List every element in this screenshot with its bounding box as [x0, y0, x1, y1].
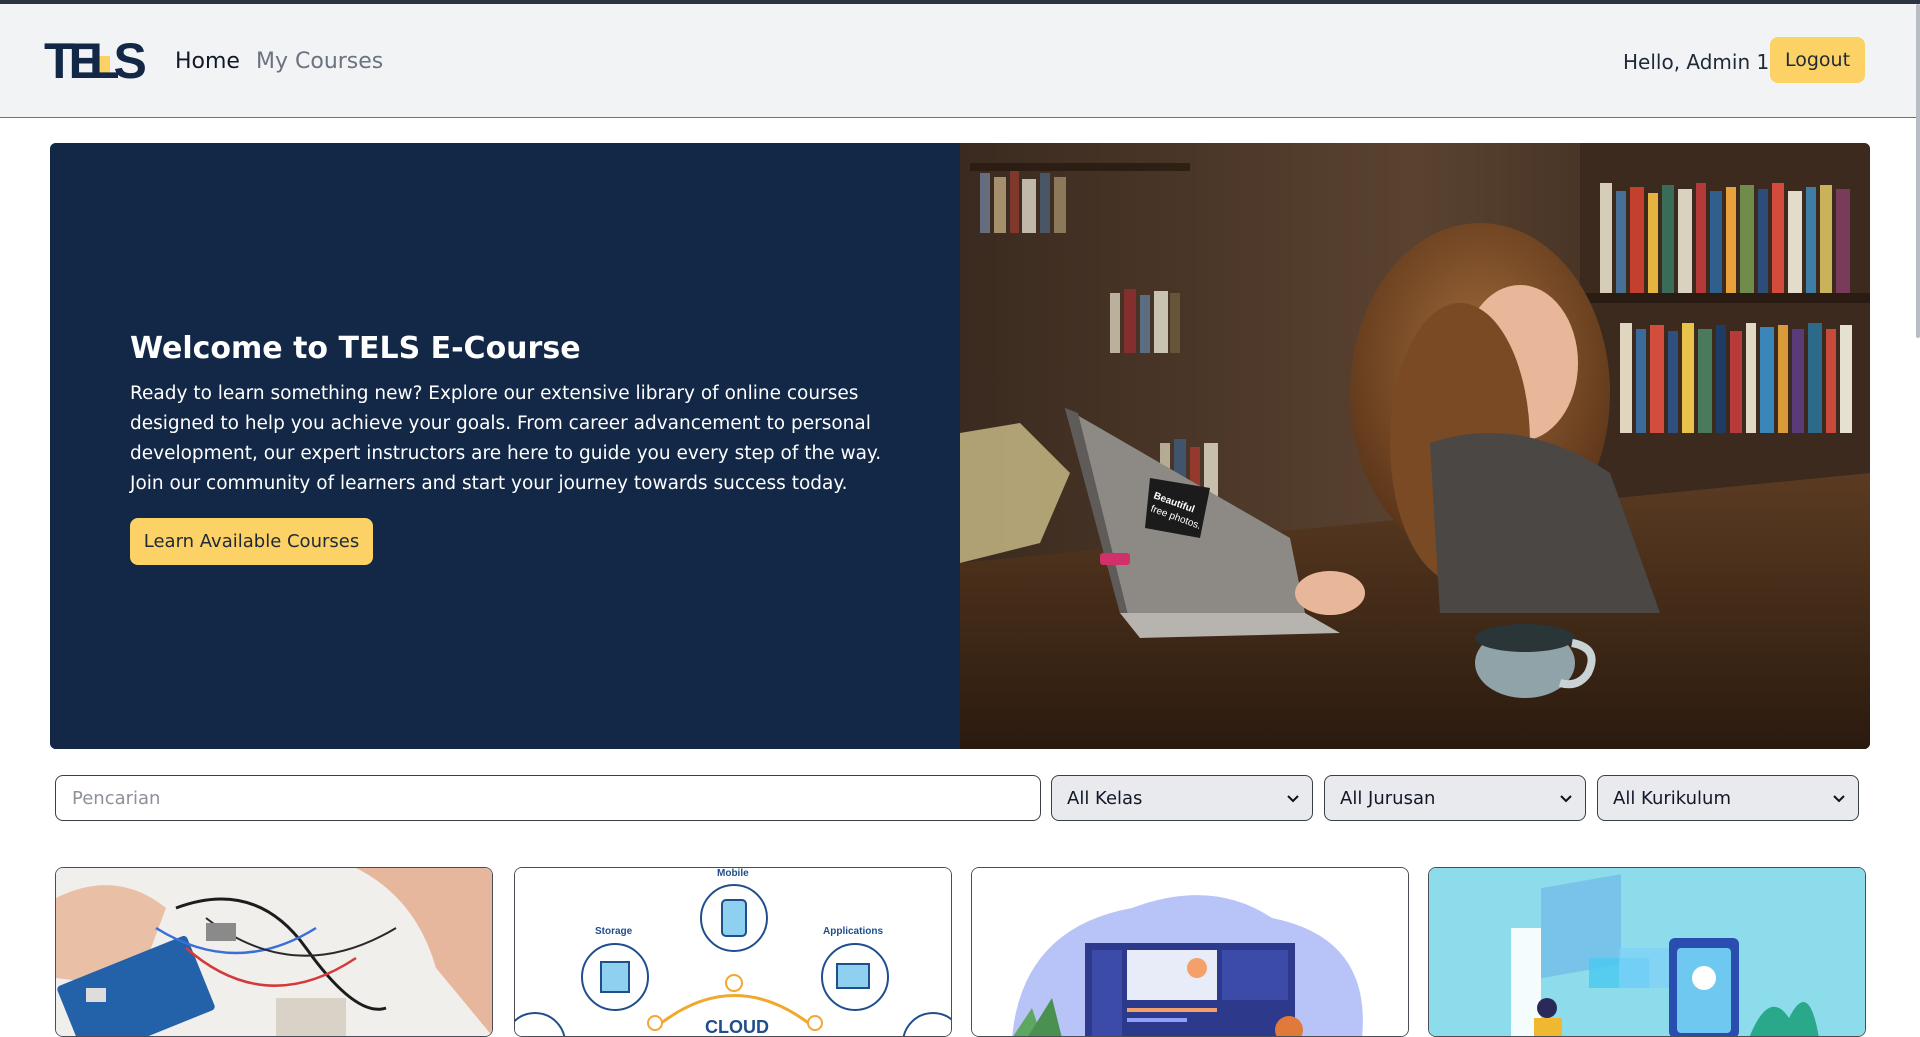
kelas-select-value: All Kelas	[1067, 787, 1143, 809]
course-card-grid: Mobile Storage Applications CLOUD	[55, 867, 1866, 1037]
tels-logo[interactable]: TE LS	[44, 36, 148, 84]
kurikulum-select-value: All Kurikulum	[1613, 787, 1731, 809]
hero-text-panel: Welcome to TELS E-Course Ready to learn …	[50, 143, 960, 749]
page-scrollbar[interactable]	[1916, 4, 1920, 338]
chevron-down-icon	[1287, 795, 1299, 803]
chevron-down-icon	[1560, 795, 1572, 803]
nav-home-link[interactable]: Home	[175, 49, 240, 74]
learn-courses-button[interactable]: Learn Available Courses	[130, 518, 373, 565]
cloud-label-cloud: CLOUD	[705, 1017, 769, 1037]
jurusan-select-value: All Jurusan	[1340, 787, 1436, 809]
cloud-course-image: Mobile Storage Applications CLOUD	[515, 868, 951, 1037]
search-input[interactable]	[55, 775, 1041, 821]
hero-photo-student-laptop: Beautiful free photos.	[960, 143, 1870, 749]
programming-course-image	[1429, 868, 1865, 1036]
course-card-arduino[interactable]	[55, 867, 493, 1037]
navbar: TE LS Home My Courses Hello, Admin 1 Log…	[0, 4, 1918, 118]
cloud-label-storage: Storage	[595, 926, 633, 937]
web-design-course-image	[972, 868, 1408, 1036]
hero-description: Ready to learn something new? Explore ou…	[130, 383, 882, 494]
chevron-down-icon	[1833, 795, 1845, 803]
course-card-programming[interactable]	[1428, 867, 1866, 1037]
nav-my-courses-link[interactable]: My Courses	[256, 49, 383, 74]
course-card-cloud[interactable]: Mobile Storage Applications CLOUD	[514, 867, 952, 1037]
hero-title: Welcome to TELS E-Course	[130, 331, 581, 366]
svg-text:LS: LS	[89, 36, 146, 84]
course-card-web-design[interactable]	[971, 867, 1409, 1037]
user-greeting: Hello, Admin 1	[1623, 50, 1770, 74]
logout-button[interactable]: Logout	[1770, 37, 1865, 83]
kelas-select[interactable]: All Kelas	[1051, 775, 1313, 821]
kurikulum-select[interactable]: All Kurikulum	[1597, 775, 1859, 821]
cloud-label-mobile: Mobile	[717, 868, 749, 879]
hero-banner: Welcome to TELS E-Course Ready to learn …	[50, 143, 1870, 749]
course-filters: All Kelas All Jurusan All Kurikulum	[55, 775, 1861, 821]
cloud-label-applications: Applications	[823, 926, 883, 937]
jurusan-select[interactable]: All Jurusan	[1324, 775, 1586, 821]
arduino-course-image	[56, 868, 492, 1036]
